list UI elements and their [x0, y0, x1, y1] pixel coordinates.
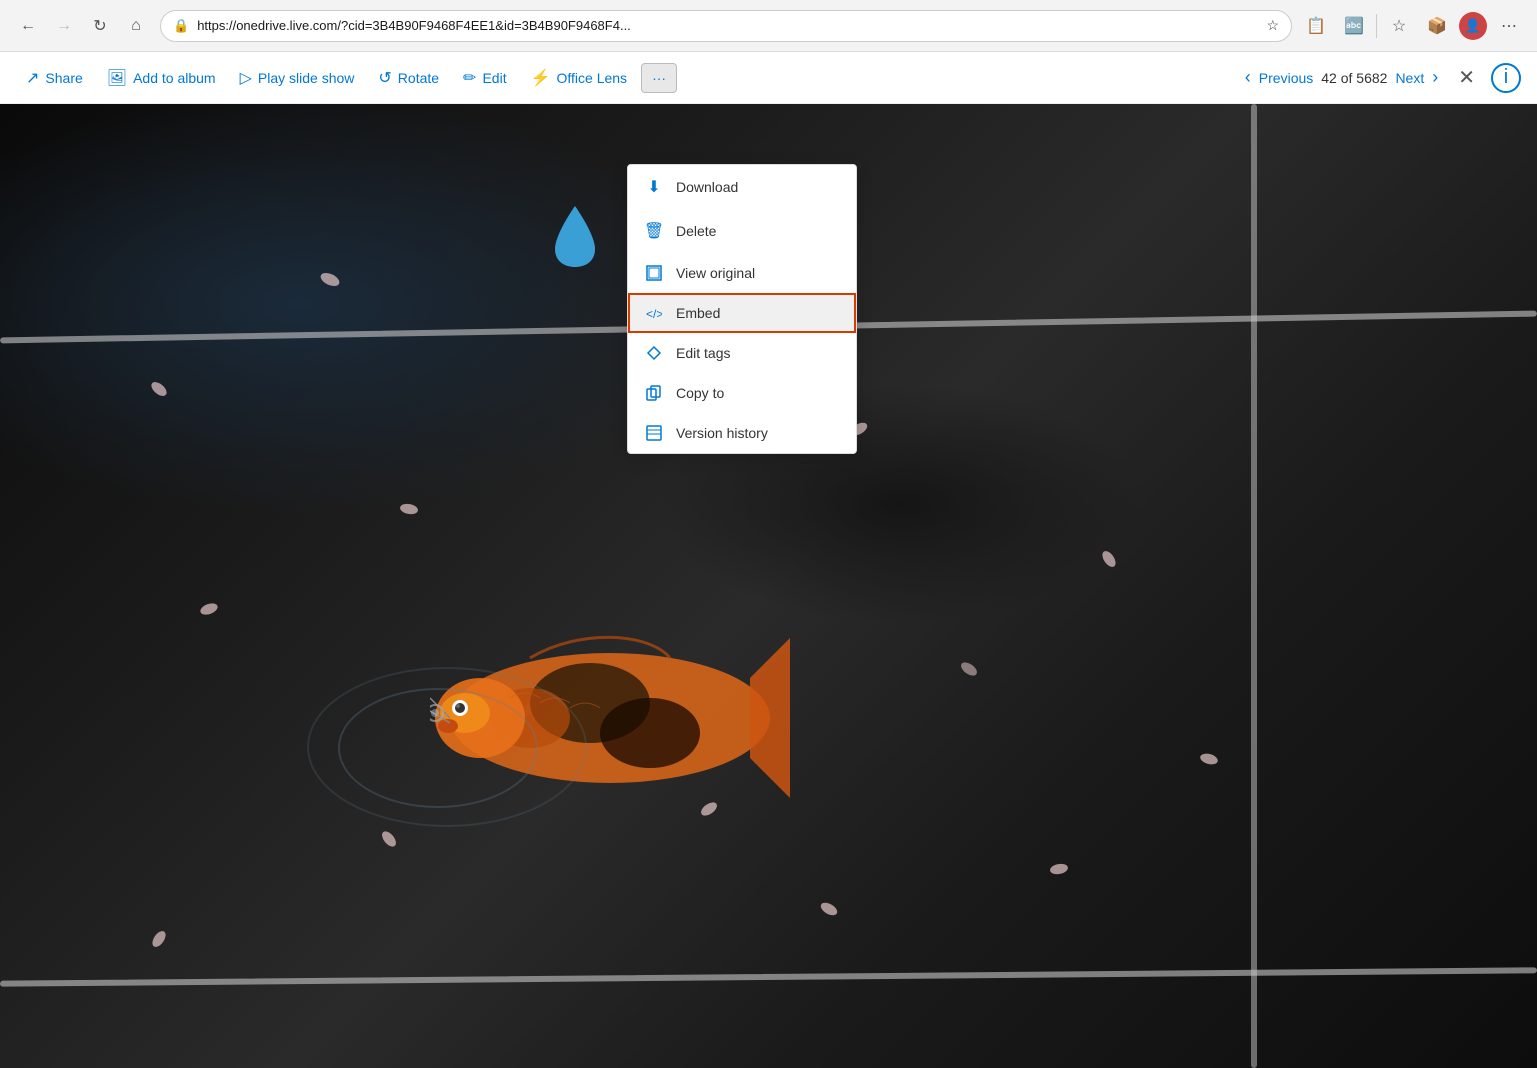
delete-icon: 🗑	[644, 221, 664, 241]
close-button[interactable]: ✕	[1450, 61, 1483, 94]
menu-item-copy-to[interactable]: Copy to	[628, 373, 856, 413]
menu-item-delete[interactable]: 🗑 Delete	[628, 209, 856, 253]
embed-icon: </>	[644, 305, 664, 321]
edit-tags-icon	[644, 345, 664, 361]
address-bar[interactable]: 🔒 https://onedrive.live.com/?cid=3B4B90F…	[160, 10, 1292, 42]
copy-to-icon	[644, 385, 664, 401]
menu-item-version-history[interactable]: Version history	[628, 413, 856, 453]
rotate-icon: ↺	[378, 68, 391, 88]
next-label: Next	[1395, 70, 1424, 86]
download-label: Download	[676, 179, 738, 195]
browser-chrome: ← → ↻ ⌂ 🔒 https://onedrive.live.com/?cid…	[0, 0, 1537, 52]
main-content: ⬇ Download 🗑 Delete View original </> Em…	[0, 104, 1537, 1068]
view-original-label: View original	[676, 265, 755, 281]
previous-button[interactable]: ‹	[1241, 63, 1255, 92]
ripple-2	[307, 667, 587, 827]
add-album-icon: 🖼	[107, 68, 127, 88]
menu-item-view-original[interactable]: View original	[628, 253, 856, 293]
url-text: https://onedrive.live.com/?cid=3B4B90F94…	[197, 18, 1258, 33]
collections-button[interactable]: 📦	[1421, 10, 1453, 42]
star-icon: ☆	[1266, 17, 1279, 34]
edit-button[interactable]: ✏ Edit	[453, 62, 517, 94]
browser-more-button[interactable]: ⋯	[1493, 10, 1525, 42]
view-original-icon	[644, 265, 664, 281]
copy-to-label: Copy to	[676, 385, 724, 401]
nav-count: 42 of 5682	[1321, 70, 1387, 86]
svg-text:</>: </>	[646, 307, 662, 321]
next-button[interactable]: ›	[1428, 63, 1442, 92]
play-slide-show-button[interactable]: ▷ Play slide show	[230, 62, 365, 94]
context-menu: ⬇ Download 🗑 Delete View original </> Em…	[627, 164, 857, 454]
avatar[interactable]: 👤	[1459, 12, 1487, 40]
browser-nav-buttons: ← → ↻ ⌂	[12, 10, 152, 42]
version-history-label: Version history	[676, 425, 768, 441]
profile-button[interactable]: 🔤	[1338, 10, 1370, 42]
embed-label: Embed	[676, 305, 720, 321]
more-label: ···	[652, 70, 666, 86]
vertical-divider	[1376, 14, 1377, 38]
previous-label: Previous	[1259, 70, 1313, 86]
fence-line-3	[1251, 104, 1257, 1068]
download-icon: ⬇	[644, 177, 664, 197]
share-button[interactable]: ↗ Share	[16, 62, 93, 94]
play-slide-show-label: Play slide show	[258, 70, 355, 86]
browser-actions: 📋 🔤 ☆ 📦 👤 ⋯	[1300, 10, 1525, 42]
rotate-button[interactable]: ↺ Rotate	[368, 62, 449, 94]
office-lens-label: Office Lens	[557, 70, 628, 86]
add-to-album-label: Add to album	[133, 70, 216, 86]
app-toolbar: ↗ Share 🖼 Add to album ▷ Play slide show…	[0, 52, 1537, 104]
nav-control: ‹ Previous	[1241, 63, 1313, 92]
delete-label: Delete	[676, 223, 716, 239]
menu-item-edit-tags[interactable]: Edit tags	[628, 333, 856, 373]
share-label: Share	[45, 70, 82, 86]
favorites-button[interactable]: ☆	[1383, 10, 1415, 42]
toolbar-right: ‹ Previous 42 of 5682 Next › ✕ i	[1241, 61, 1521, 94]
refresh-button[interactable]: ↻	[84, 10, 116, 42]
edit-tags-label: Edit tags	[676, 345, 730, 361]
rotate-label: Rotate	[398, 70, 439, 86]
water-drop	[550, 204, 600, 264]
extensions-button[interactable]: 📋	[1300, 10, 1332, 42]
share-icon: ↗	[26, 68, 39, 88]
edit-label: Edit	[482, 70, 506, 86]
version-history-icon	[644, 425, 664, 441]
forward-button[interactable]: →	[48, 10, 80, 42]
edit-icon: ✏	[463, 68, 476, 88]
more-options-button[interactable]: ···	[641, 63, 677, 93]
menu-item-embed[interactable]: </> Embed	[628, 293, 856, 333]
info-button[interactable]: i	[1491, 63, 1521, 93]
add-to-album-button[interactable]: 🖼 Add to album	[97, 62, 226, 94]
home-button[interactable]: ⌂	[120, 10, 152, 42]
play-icon: ▷	[240, 68, 252, 88]
lightning-icon: ⚡	[531, 68, 551, 88]
next-nav-control: Next ›	[1395, 63, 1442, 92]
back-button[interactable]: ←	[12, 10, 44, 42]
lock-icon: 🔒	[173, 18, 189, 34]
menu-item-download[interactable]: ⬇ Download	[628, 165, 856, 209]
office-lens-button[interactable]: ⚡ Office Lens	[521, 62, 637, 94]
